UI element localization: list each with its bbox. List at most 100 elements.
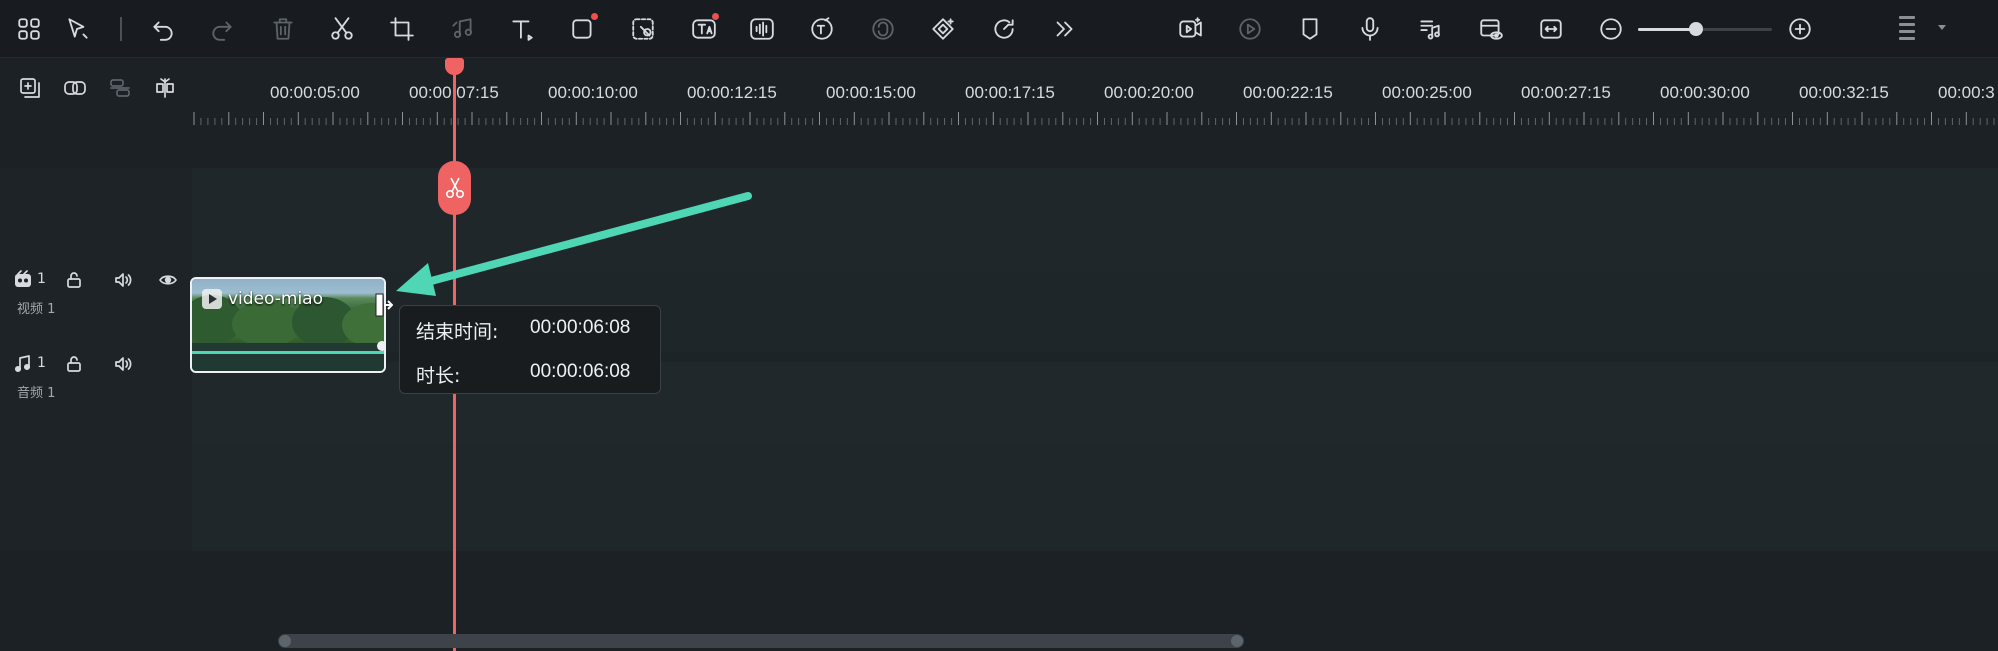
- clip-title: video-miao: [228, 289, 323, 309]
- ruler-time-label: 00:00:15:00: [826, 83, 916, 102]
- scrollbar-left-handle[interactable]: [279, 635, 291, 647]
- video-track-number: 1: [37, 271, 46, 287]
- panel-drag-handle-icon[interactable]: [1897, 14, 1919, 46]
- playhead-split-button[interactable]: [438, 161, 471, 215]
- ruler-time-label: 00:00:32:15: [1799, 83, 1889, 102]
- speech-to-text-icon: [811, 17, 833, 40]
- ai-cutout-button[interactable]: [624, 10, 662, 48]
- tooltip-end-time-label: 结束时间:: [416, 321, 499, 343]
- split-button[interactable]: [323, 10, 361, 48]
- zoom-in-button[interactable]: [1781, 10, 1819, 48]
- scrollbar-right-handle[interactable]: [1231, 635, 1243, 647]
- empty-track-band-lower: [192, 444, 1998, 551]
- audio-track-mute-icon[interactable]: [110, 351, 136, 377]
- new-feature-badge: [591, 13, 598, 20]
- audio-edit-button[interactable]: [444, 10, 482, 48]
- preview-quality-icon: [1480, 19, 1503, 40]
- marker-icon: [1302, 18, 1318, 40]
- render-preview-icon: [1239, 18, 1261, 40]
- zoom-out-button[interactable]: [1592, 10, 1630, 48]
- audio-track-header: 1 音频 1: [0, 355, 192, 448]
- zoom-slider-fill: [1638, 28, 1696, 31]
- redo-icon: [212, 21, 232, 41]
- select-tool-button[interactable]: [59, 10, 97, 48]
- playhead-handle[interactable]: [445, 58, 464, 75]
- zoom-slider-thumb[interactable]: [1688, 22, 1703, 36]
- keyframe-icon: [932, 18, 954, 40]
- toolbar-separator: [120, 17, 122, 41]
- ruler-time-label: 00:00:20:00: [1104, 83, 1194, 102]
- zoom-out-icon: [1600, 18, 1622, 40]
- render-preview-button[interactable]: [1231, 10, 1269, 48]
- select-cursor-icon: [68, 18, 88, 39]
- link-clips-button[interactable]: [59, 72, 91, 104]
- audio-waveform-icon: [750, 18, 774, 40]
- tooltip-duration-value: 00:00:06:08: [530, 361, 631, 382]
- ruler-time-label: 00:00:27:15: [1521, 83, 1611, 102]
- video-track-mute-icon[interactable]: [110, 267, 136, 293]
- video-track-lock-icon[interactable]: [61, 267, 87, 293]
- ai-video-button[interactable]: [1171, 10, 1209, 48]
- delete-button[interactable]: [264, 10, 302, 48]
- zoom-in-icon: [1789, 18, 1811, 40]
- clip-title-row: video-miao: [202, 289, 323, 309]
- tooltip-duration-label: 时长:: [416, 365, 461, 387]
- video-track-visibility-icon[interactable]: [155, 267, 181, 293]
- speed-icon: [994, 19, 1014, 39]
- layout-button[interactable]: [10, 10, 48, 48]
- zoom-slider[interactable]: [1638, 22, 1772, 36]
- speed-button[interactable]: [985, 10, 1023, 48]
- record-voice-button[interactable]: [1351, 10, 1389, 48]
- snap-button[interactable]: [149, 72, 181, 104]
- video-clip[interactable]: video-miao: [190, 277, 386, 373]
- ruler-time-label: 00:00:17:15: [965, 83, 1055, 102]
- text-button[interactable]: [503, 10, 541, 48]
- ai-text-button[interactable]: [685, 10, 723, 48]
- track-tools: [0, 58, 192, 168]
- keyframe-button[interactable]: [924, 10, 962, 48]
- text-to-speech-icon: [872, 18, 894, 40]
- video-track-label: 视频 1: [17, 302, 56, 317]
- clip-audio-strip: [192, 343, 384, 371]
- fit-timeline-icon: [1540, 19, 1562, 39]
- crop-button[interactable]: [383, 10, 421, 48]
- music-list-icon: [1420, 20, 1440, 40]
- undo-button[interactable]: [144, 10, 182, 48]
- clip-volume-handle[interactable]: [377, 341, 384, 351]
- link-icon: [64, 81, 86, 95]
- marker-button[interactable]: [1291, 10, 1329, 48]
- shape-button[interactable]: [564, 10, 602, 48]
- panel-dropdown-icon[interactable]: [1937, 24, 1947, 32]
- fit-timeline-button[interactable]: [1532, 10, 1570, 48]
- add-track-icon: [20, 78, 40, 98]
- timeline-toolbar: [0, 0, 1998, 58]
- ruler-time-label: 00:00:22:15: [1243, 83, 1333, 102]
- clip-trim-tooltip: 结束时间: 00:00:06:08 时长: 00:00:06:08: [399, 305, 661, 394]
- scissors-icon: [445, 177, 464, 199]
- ruler-time-label: 00:00:12:15: [687, 83, 777, 102]
- snap-icon: [156, 78, 174, 98]
- track-layout-button[interactable]: [104, 72, 136, 104]
- ai-video-icon: [1179, 17, 1202, 38]
- delete-icon: [273, 18, 293, 40]
- text-to-speech-button[interactable]: [864, 10, 902, 48]
- more-tools-button[interactable]: [1045, 10, 1083, 48]
- audio-denoise-button[interactable]: [743, 10, 781, 48]
- add-track-button[interactable]: [14, 72, 46, 104]
- audio-mixer-button[interactable]: [1411, 10, 1449, 48]
- track-headers: 1 视频 1 1 音频 1: [0, 168, 192, 551]
- ruler-time-label: 00:00:10:00: [548, 83, 638, 102]
- trim-cursor-icon[interactable]: [375, 291, 393, 319]
- speech-to-text-button[interactable]: [803, 10, 841, 48]
- ai-text-icon: [692, 19, 716, 39]
- audio-track-lock-icon[interactable]: [61, 351, 87, 377]
- preview-quality-button[interactable]: [1472, 10, 1510, 48]
- audio-track-label: 音频 1: [17, 386, 56, 401]
- clip-volume-line[interactable]: [192, 351, 384, 354]
- clip-play-icon: [202, 289, 222, 309]
- ruler-time-label: 00:00:05:00: [270, 83, 360, 102]
- microphone-icon: [1361, 17, 1379, 41]
- redo-button[interactable]: [203, 10, 241, 48]
- video-track-icon: [10, 267, 36, 293]
- timeline-horizontal-scrollbar[interactable]: [278, 634, 1244, 648]
